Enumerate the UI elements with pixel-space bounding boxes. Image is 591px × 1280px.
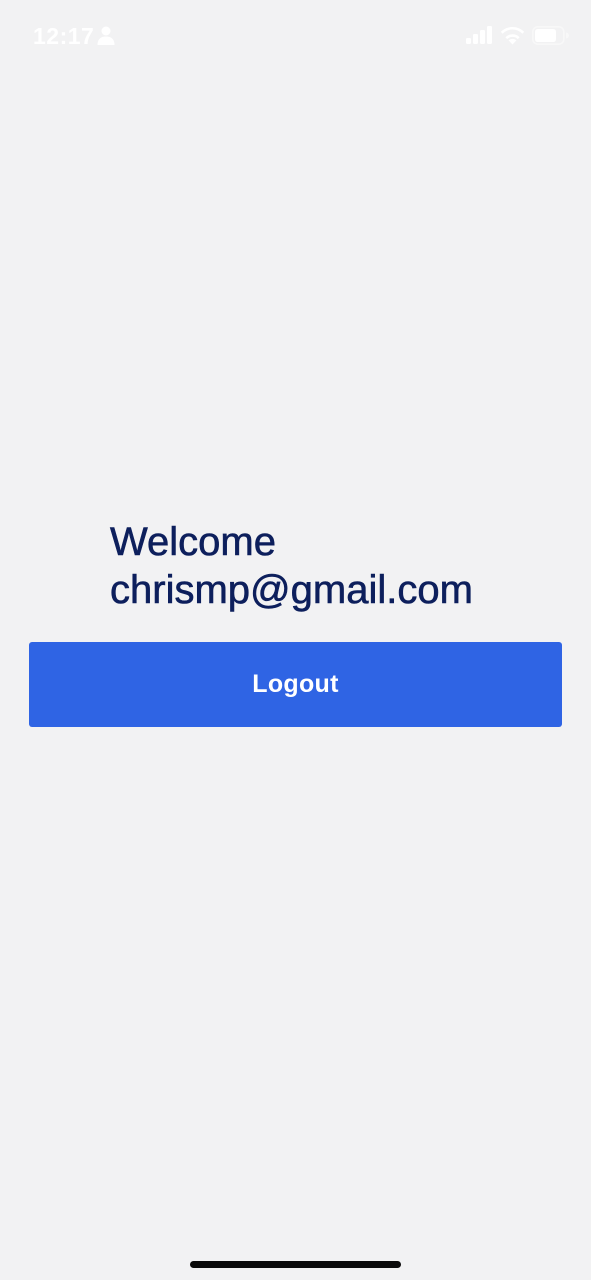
signal-icon (466, 26, 492, 44)
status-bar: 12:17 (0, 0, 591, 72)
welcome-greeting: Welcome (110, 520, 277, 565)
status-indicators (466, 24, 569, 46)
logout-button[interactable]: Logout (29, 642, 562, 727)
person-icon (97, 26, 115, 45)
welcome-message: Welcome chrismp@gmail.com (110, 518, 473, 614)
wifi-icon (500, 26, 525, 44)
user-email: chrismp@gmail.com (110, 568, 473, 613)
status-time: 12:17 (33, 23, 95, 49)
home-indicator[interactable] (190, 1261, 401, 1268)
battery-icon (532, 25, 569, 45)
